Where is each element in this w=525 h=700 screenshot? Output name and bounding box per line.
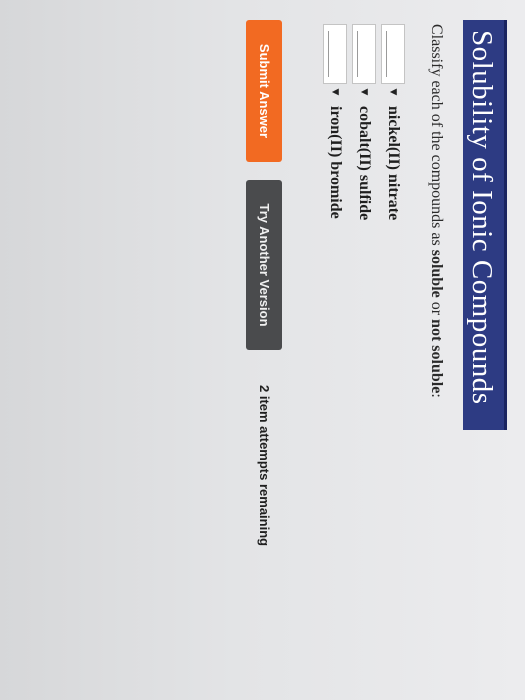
page: Solubility of Ionic Compounds Classify e…: [0, 0, 525, 700]
chevron-down-icon[interactable]: ▼: [359, 84, 369, 100]
compound-row-nickel-nitrate: ▼ nickel(II) nitrate: [379, 24, 407, 220]
compound-list: ▼ nickel(II) nitrate ▼ cobalt(II) sulfid…: [320, 24, 407, 220]
compound-label: nickel(II) nitrate: [385, 106, 402, 221]
chevron-down-icon[interactable]: ▼: [388, 84, 398, 100]
compound-row-iron-bromide: ▼ iron(II) bromide: [321, 24, 349, 220]
instructions-suffix: :: [428, 393, 445, 398]
compound-label: cobalt(II) sulfide: [356, 106, 373, 221]
attempts-remaining: 2 item attempts remaining: [257, 385, 272, 547]
classification-select-nickel-nitrate[interactable]: [381, 24, 405, 84]
classification-select-cobalt-sulfide[interactable]: [352, 24, 376, 84]
select-underline: [386, 31, 387, 77]
page-title: Solubility of Ionic Compounds: [463, 20, 507, 430]
chevron-down-icon[interactable]: ▼: [330, 84, 340, 100]
submit-answer-button[interactable]: Submit Answer: [246, 20, 282, 162]
classification-select-iron-bromide[interactable]: [323, 24, 347, 84]
instructions-soluble: soluble: [428, 249, 445, 298]
instructions: Classify each of the compounds as solubl…: [427, 24, 445, 398]
instructions-middle: or: [428, 297, 445, 320]
select-underline: [328, 31, 329, 77]
compound-row-cobalt-sulfide: ▼ cobalt(II) sulfide: [350, 24, 378, 220]
try-another-version-button[interactable]: Try Another Version: [246, 180, 282, 350]
select-underline: [357, 31, 358, 77]
instructions-not-soluble: not soluble: [428, 319, 445, 394]
instructions-prefix: Classify each of the compounds as: [428, 24, 445, 250]
compound-label: iron(II) bromide: [327, 106, 344, 219]
